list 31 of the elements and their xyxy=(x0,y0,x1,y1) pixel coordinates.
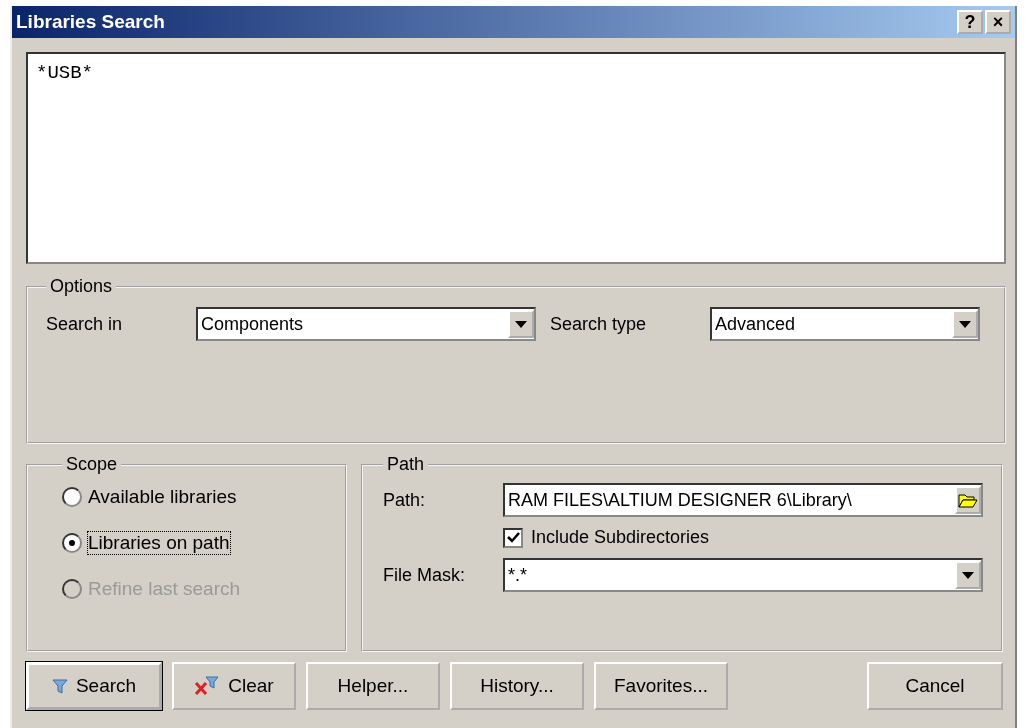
dropdown-arrow-icon xyxy=(515,320,527,328)
clear-button[interactable]: Clear xyxy=(172,662,296,710)
scope-radio[interactable]: Available libraries xyxy=(62,479,327,515)
cancel-button[interactable]: Cancel xyxy=(867,662,1003,710)
help-button[interactable]: ? xyxy=(957,10,983,34)
field-label: Search in xyxy=(46,313,124,335)
clear-filter-icon xyxy=(194,676,221,696)
dialog-button[interactable]: Favorites... xyxy=(594,662,728,710)
path-field[interactable]: RAM FILES\ALTIUM DESIGNER 6\Library\ xyxy=(503,483,983,517)
search-button[interactable]: Search xyxy=(26,662,162,710)
group-title: Scope xyxy=(65,454,119,475)
checkmark-icon xyxy=(506,532,520,543)
query-field[interactable]: *USB* xyxy=(26,52,1006,264)
window-title: Libraries Search xyxy=(16,11,165,33)
search-in-dropdown[interactable]: Components xyxy=(196,307,536,341)
scope-radio[interactable]: Libraries on path xyxy=(62,525,327,561)
filter-icon xyxy=(51,678,68,694)
folder-icon xyxy=(958,492,978,508)
dialog-button[interactable]: Helper... xyxy=(306,662,440,710)
include-subdirectories-checkbox[interactable]: Include Subdirectories xyxy=(503,527,983,548)
dropdown-arrow-icon xyxy=(959,320,971,328)
search-type-dropdown[interactable]: Advanced xyxy=(710,307,980,341)
dialog-button[interactable]: History... xyxy=(450,662,584,710)
field-label: Path: xyxy=(383,489,427,511)
file-mask-dropdown[interactable]: *.* xyxy=(503,558,983,592)
close-button[interactable]: × xyxy=(985,10,1011,34)
field-label: File Mask: xyxy=(383,564,466,586)
group-title: Options xyxy=(49,276,114,297)
group-title: Path xyxy=(386,454,426,475)
field-label: Search type xyxy=(550,313,648,335)
dropdown-arrow-icon xyxy=(962,571,974,579)
